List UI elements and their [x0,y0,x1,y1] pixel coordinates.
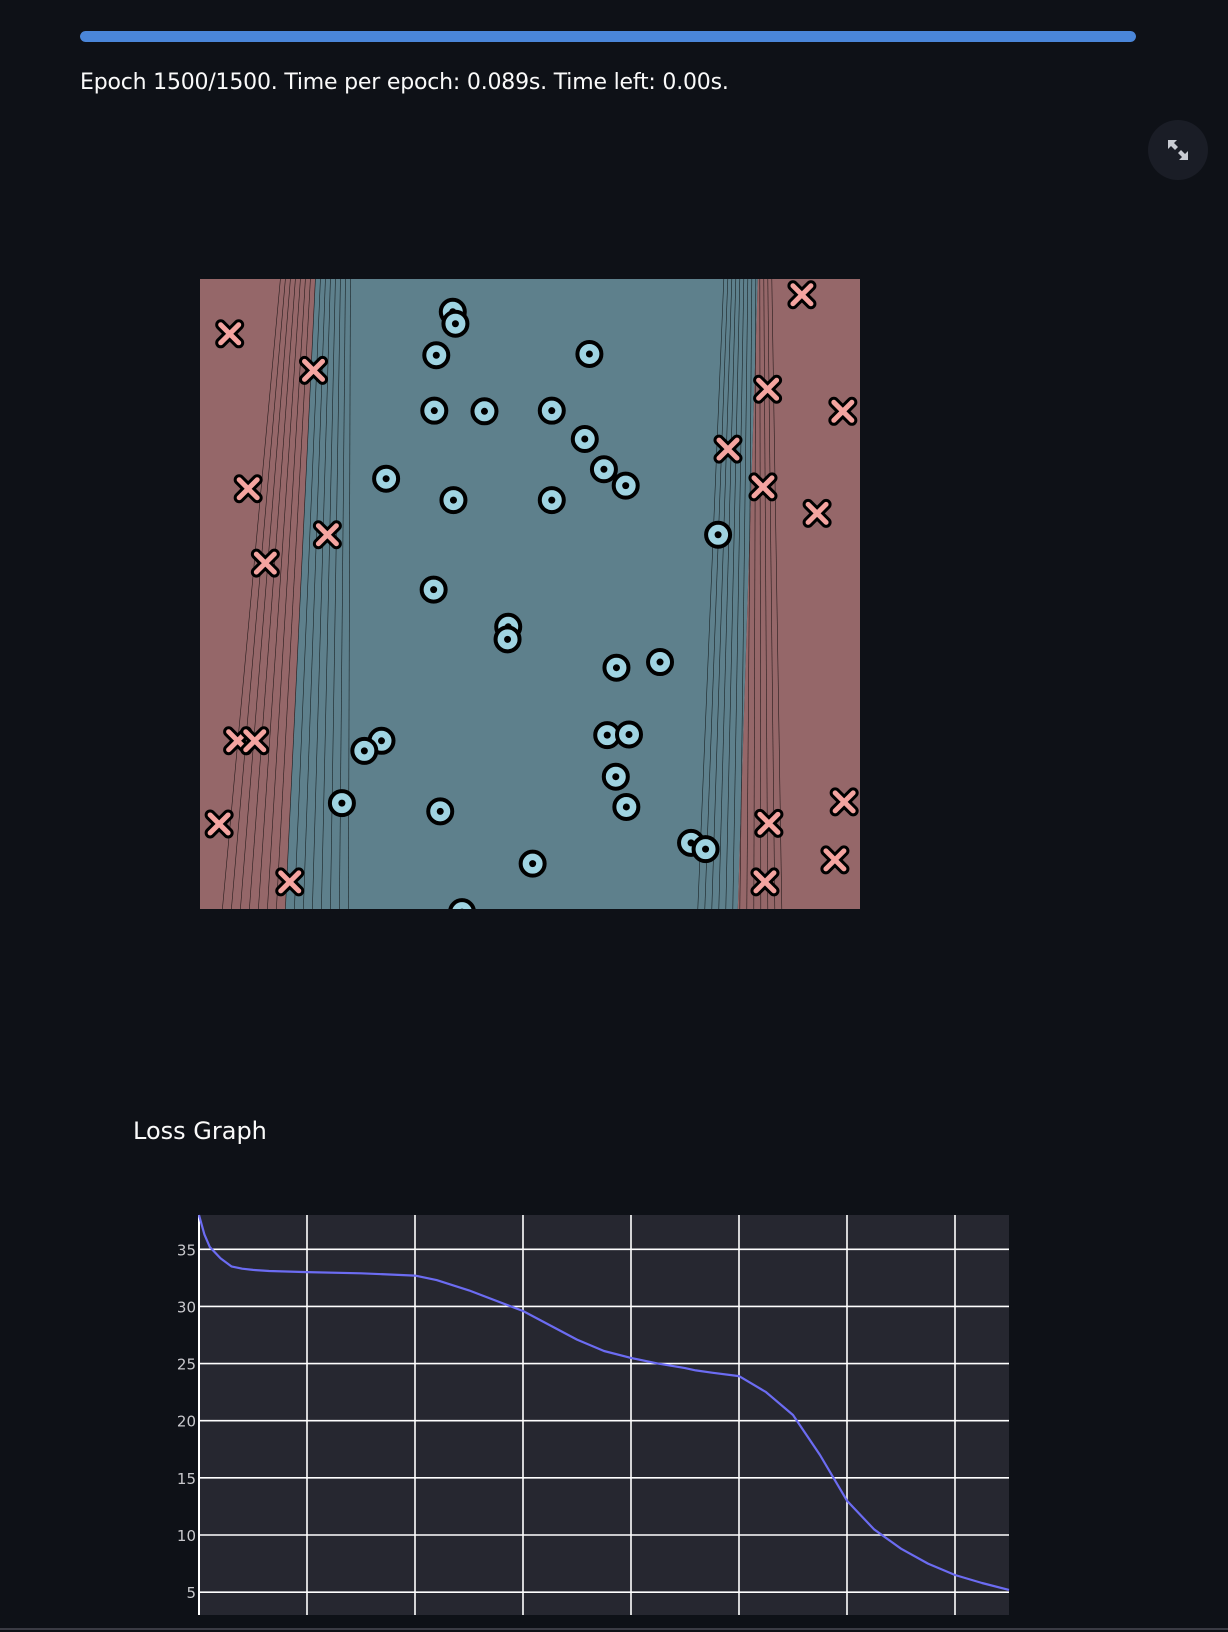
scatter-point-cross [748,472,778,502]
scatter-point-cross [233,474,263,504]
scatter-point-cross [828,396,858,426]
scatter-point-cross [240,726,270,756]
scatter-point-circle [426,797,455,826]
scatter-point-circle [615,720,643,749]
scatter-point-circle [420,396,449,425]
scatter-point-circle [350,736,379,765]
scatter-point-circle [570,425,599,454]
y-tick-label: 30 [177,1298,196,1316]
fullscreen-button[interactable] [1148,120,1208,180]
loss-chart: 5 10 15 20 25 30 35 [177,1214,1010,1615]
loss-graph-title: Loss Graph [133,1117,267,1145]
scatter-point-cross [713,434,743,464]
scatter-point-circle [537,396,566,425]
scatter-point-cross [754,808,784,838]
scatter-point-circle [601,762,630,791]
scatter-point-cross [787,280,817,310]
scatter-point-circle [327,789,356,818]
scatter-point-circle [441,309,470,338]
scatter-point-circle [602,653,631,682]
scatter-point-circle [439,486,468,515]
scatter-point-cross [753,374,783,404]
epoch-status-text: Epoch 1500/1500. Time per epoch: 0.089s.… [80,70,729,95]
scatter-point-circle [448,898,476,909]
scatter-point-circle [470,397,499,426]
scatter-point-circle [589,455,618,484]
scatter-point-circle [419,575,448,604]
scatter-point-cross [215,319,245,349]
scatter-point-circle [611,471,640,500]
scatter-point-circle [422,341,451,370]
decision-boundary-plot [200,279,860,909]
scatter-point-circle [372,464,401,493]
y-tick-label: 15 [177,1470,196,1488]
training-page: Epoch 1500/1500. Time per epoch: 0.089s.… [0,0,1228,1632]
scatter-point-circle [691,835,720,864]
scatter-point-cross [204,809,234,839]
expand-arrows-icon [1168,140,1188,160]
scatter-point-circle [646,648,675,677]
scatter-point-cross [275,867,305,897]
progress-bar-fill [80,31,1136,42]
y-tick-label: 35 [177,1241,196,1259]
y-tick-label: 25 [177,1356,196,1374]
scatter-point-circle [537,486,566,515]
scatter-point-cross [829,787,859,817]
scatter-point-cross [250,548,280,578]
y-tick-label: 10 [177,1527,196,1545]
y-axis-ticks: 5 10 15 20 25 30 35 [177,1241,196,1602]
scatter-point-cross [312,520,342,550]
training-progress-bar [80,31,1136,42]
scatter-point-cross [802,498,832,528]
scatter-point-cross [750,867,780,897]
scatter-point-cross [820,845,850,875]
scatter-point-circle [518,849,547,878]
scatter-point-cross [299,355,329,385]
chart-plot-area [199,1215,1009,1615]
scatter-point-circle [493,625,522,654]
scatter-point-circle [575,339,604,368]
scatter-point-circle [704,520,733,549]
scatter-point-circle [612,792,641,821]
decision-region-class-o [285,279,758,909]
y-tick-label: 20 [177,1413,196,1431]
divider [0,1628,1228,1630]
y-tick-label: 5 [186,1584,196,1602]
